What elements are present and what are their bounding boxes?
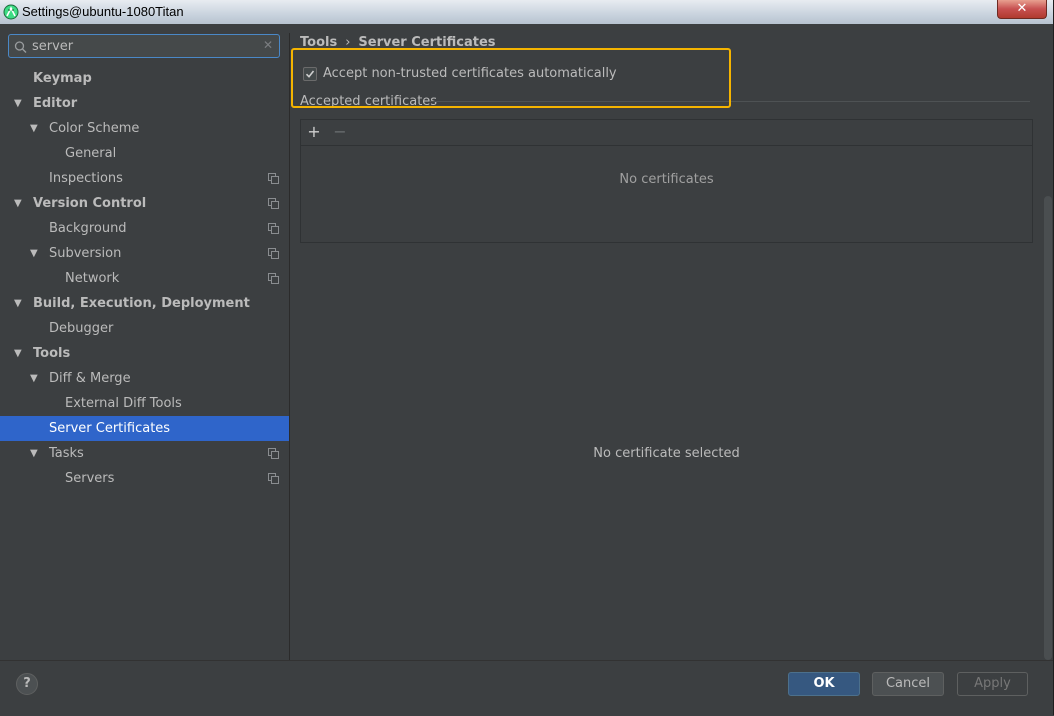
certificates-toolbar: + − (301, 120, 1032, 146)
expand-arrow-icon[interactable]: ▼ (14, 91, 22, 116)
highlight-annotation-box (291, 48, 731, 108)
tree-item[interactable]: ▼ Subversion (0, 241, 289, 266)
tree-item[interactable]: Keymap (0, 66, 289, 91)
help-button[interactable]: ? (16, 673, 38, 695)
settings-search-box[interactable]: ✕ (8, 34, 280, 58)
no-certificate-selected-text: No certificate selected (593, 446, 740, 461)
tree-item[interactable]: General (0, 141, 289, 166)
tree-item[interactable]: External Diff Tools (0, 391, 289, 416)
project-level-icon (268, 173, 279, 184)
tree-item[interactable]: ▼ Diff & Merge (0, 366, 289, 391)
tree-item-label: Tasks (49, 446, 84, 461)
tree-item[interactable]: ▼ Build, Execution, Deployment (0, 291, 289, 316)
tree-item-label: Color Scheme (49, 121, 140, 136)
expand-arrow-icon[interactable]: ▼ (30, 116, 38, 141)
project-level-icon (268, 273, 279, 284)
ok-button[interactable]: OK (788, 672, 860, 696)
tree-item[interactable]: Inspections (0, 166, 289, 191)
tree-item[interactable]: ▼ Version Control (0, 191, 289, 216)
tree-item-label: Debugger (49, 321, 114, 336)
tree-item[interactable]: Server Certificates (0, 416, 289, 441)
window-close-button[interactable]: ✕ (997, 0, 1047, 19)
tree-item[interactable]: Network (0, 266, 289, 291)
certificates-list-panel: + − No certificates (300, 119, 1033, 243)
title-bar: Settings@ubuntu-1080Titan ✕ (0, 0, 1054, 24)
project-level-icon (268, 248, 279, 259)
tree-item[interactable]: Servers (0, 466, 289, 491)
tree-item-label: Subversion (49, 246, 122, 261)
tree-item-label: Background (49, 221, 127, 236)
tree-item[interactable]: Background (0, 216, 289, 241)
project-level-icon (268, 448, 279, 459)
tree-item-label: Tools (33, 346, 71, 361)
tree-item[interactable]: ▼ Tasks (0, 441, 289, 466)
cancel-button[interactable]: Cancel (872, 672, 944, 696)
tree-item-label: Editor (33, 96, 78, 111)
search-icon (14, 41, 27, 53)
expand-arrow-icon[interactable]: ▼ (14, 341, 22, 366)
tree-item[interactable]: Debugger (0, 316, 289, 341)
tree-item[interactable]: ▼ Color Scheme (0, 116, 289, 141)
project-level-icon (268, 223, 279, 234)
tree-item-label: Version Control (33, 196, 147, 211)
apply-button[interactable]: Apply (957, 672, 1028, 696)
add-certificate-button[interactable]: + (304, 122, 324, 142)
expand-arrow-icon[interactable]: ▼ (30, 241, 38, 266)
tree-item[interactable]: ▼ Tools (0, 341, 289, 366)
android-studio-icon (3, 4, 19, 20)
tree-item-label: Keymap (33, 71, 92, 86)
tree-item-label: General (65, 146, 117, 161)
expand-arrow-icon[interactable]: ▼ (14, 291, 22, 316)
no-certificates-text: No certificates (619, 172, 714, 187)
project-level-icon (268, 198, 279, 209)
tree-item-label: Server Certificates (49, 421, 171, 436)
tree-item-label: External Diff Tools (65, 396, 182, 411)
tree-item-label: Servers (65, 471, 115, 486)
settings-search-input[interactable] (32, 37, 252, 55)
clear-search-icon[interactable]: ✕ (263, 38, 273, 52)
expand-arrow-icon[interactable]: ▼ (14, 191, 22, 216)
tree-item-label: Inspections (49, 171, 123, 186)
scrollbar-thumb[interactable] (1044, 196, 1052, 660)
project-level-icon (268, 473, 279, 484)
tree-item-label: Build, Execution, Deployment (33, 296, 250, 311)
remove-certificate-button[interactable]: − (330, 122, 350, 142)
window-title: Settings@ubuntu-1080Titan (22, 4, 184, 19)
tree-item-label: Diff & Merge (49, 371, 131, 386)
tree-item-label: Network (65, 271, 120, 286)
expand-arrow-icon[interactable]: ▼ (30, 366, 38, 391)
tree-item[interactable]: ▼ Editor (0, 91, 289, 116)
expand-arrow-icon[interactable]: ▼ (30, 441, 38, 466)
